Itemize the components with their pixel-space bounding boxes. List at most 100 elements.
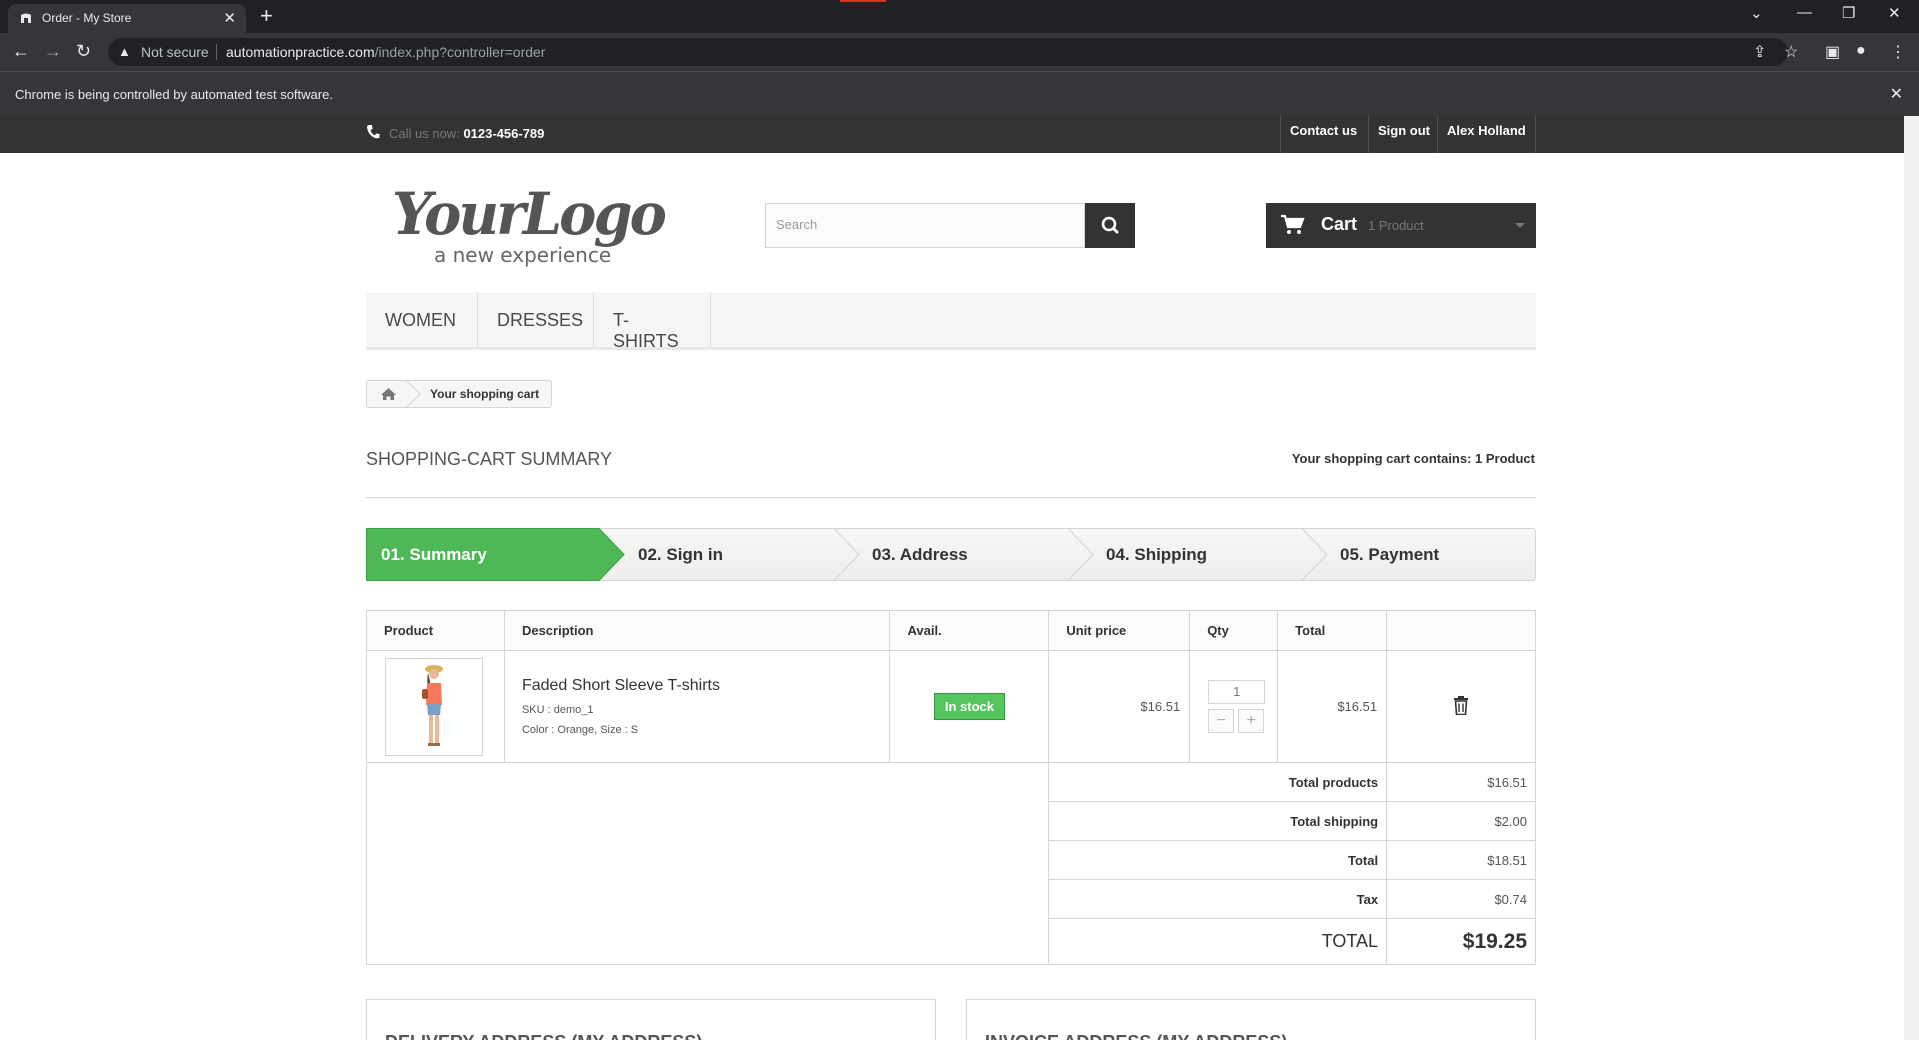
- profile-icon[interactable]: ●: [1856, 42, 1866, 60]
- minimize-icon[interactable]: —: [1797, 4, 1812, 21]
- step-payment[interactable]: 05. Payment: [1340, 545, 1439, 565]
- page-scrollbar[interactable]: [1904, 116, 1919, 1040]
- product-name-link[interactable]: Faded Short Sleeve T-shirts: [522, 677, 890, 695]
- heading-divider: [366, 497, 1536, 498]
- quantity-cell: 1 − +: [1189, 650, 1279, 763]
- total-shipping-label: Total shipping: [1048, 801, 1388, 841]
- total-products-label: Total products: [1048, 762, 1388, 802]
- call-us-label: Call us now:: [389, 126, 460, 141]
- browser-tab-bar: Order - My Store ✕ + ⌄ — ❐ ✕: [0, 0, 1919, 33]
- col-header-total: Total: [1277, 610, 1388, 651]
- grand-total-value: $19.25: [1386, 918, 1536, 965]
- delivery-address-title: Delivery address (My address): [385, 1032, 702, 1040]
- chevron-down-icon: [1515, 223, 1525, 228]
- phone-number: 0123-456-789: [463, 126, 545, 141]
- delivery-address-box: Delivery address (My address): [366, 999, 936, 1040]
- product-sku: SKU : demo_1: [521, 704, 594, 716]
- menu-item-women[interactable]: WOMEN: [366, 292, 478, 348]
- restore-icon[interactable]: ❐: [1842, 4, 1855, 22]
- forward-icon[interactable]: →: [44, 41, 62, 62]
- delete-cell: [1386, 650, 1536, 763]
- col-header-product: Product: [366, 610, 505, 651]
- breadcrumb: Your shopping cart: [366, 380, 552, 408]
- tab-close-icon[interactable]: ✕: [223, 9, 236, 27]
- product-thumbnail[interactable]: [385, 657, 483, 756]
- cart-icon: [1281, 214, 1305, 234]
- col-header-qty: Qty: [1189, 610, 1279, 651]
- store-logo[interactable]: YourLogo a new experience: [388, 172, 673, 272]
- side-panel-icon[interactable]: ▣: [1825, 42, 1840, 62]
- account-link[interactable]: Alex Holland: [1437, 116, 1536, 153]
- url-text[interactable]: automationpractice.com/index.php?control…: [226, 44, 545, 60]
- top-header-strip: Call us now: 0123-456-789 Contact us Sig…: [0, 116, 1904, 153]
- quantity-stepper: − +: [1208, 709, 1277, 733]
- product-attributes-link[interactable]: Color : Orange, Size : S: [522, 724, 890, 736]
- search-icon: [1101, 216, 1119, 234]
- total-shipping-value: $2.00: [1386, 801, 1536, 841]
- back-icon[interactable]: ←: [12, 41, 30, 62]
- in-stock-badge: In stock: [933, 693, 1005, 720]
- step-summary[interactable]: 01. Summary: [381, 545, 487, 565]
- call-us-text: Call us now: 0123-456-789: [389, 126, 544, 141]
- total-label: Total: [1048, 840, 1388, 880]
- sign-out-link[interactable]: Sign out: [1368, 116, 1439, 153]
- table-header-row: Product Description Avail. Unit price Qt…: [366, 610, 1536, 651]
- main-menu: WOMEN DRESSES T-SHIRTS: [366, 292, 1536, 351]
- tab-title: Order - My Store: [42, 11, 132, 25]
- store-favicon-icon: [21, 13, 31, 23]
- search-input[interactable]: Search: [765, 203, 1085, 248]
- cart-label: Cart: [1321, 214, 1358, 234]
- security-label[interactable]: Not secure: [141, 44, 209, 60]
- home-icon[interactable]: [367, 381, 410, 407]
- totals-spacer: [365, 762, 1050, 965]
- warning-icon[interactable]: ▲: [118, 44, 131, 59]
- breadcrumb-current: Your shopping cart: [430, 387, 540, 401]
- checkout-steps: 01. Summary 02. Sign in 03. Address 04. …: [366, 528, 1536, 581]
- col-header-availability: Avail.: [889, 610, 1050, 651]
- cart-summary-button[interactable]: Cart 1 Product: [1266, 203, 1536, 248]
- cart-count: 1 Product: [1368, 218, 1424, 233]
- product-image: [422, 664, 443, 746]
- cart-table: Product Description Avail. Unit price Qt…: [365, 610, 1536, 965]
- new-tab-icon[interactable]: +: [260, 3, 273, 29]
- quantity-increase-button[interactable]: +: [1238, 709, 1265, 733]
- reload-icon[interactable]: ↻: [76, 41, 91, 62]
- menu-item-dresses[interactable]: DRESSES: [478, 292, 594, 348]
- step-sign-in[interactable]: 02. Sign in: [638, 545, 723, 565]
- menu-item-tshirts[interactable]: T-SHIRTS: [594, 292, 711, 351]
- infobar-message: Chrome is being controlled by automated …: [15, 87, 333, 102]
- total-value: $18.51: [1386, 840, 1536, 880]
- contact-us-link[interactable]: Contact us: [1280, 116, 1366, 153]
- product-image-cell: [366, 650, 505, 763]
- window-close-icon[interactable]: ✕: [1888, 4, 1901, 22]
- step-address[interactable]: 03. Address: [872, 545, 968, 565]
- menu-kebab-icon[interactable]: ⋮: [1890, 42, 1906, 62]
- line-total-cell: $16.51: [1277, 650, 1388, 763]
- availability-cell: In stock: [889, 650, 1050, 763]
- url-path: /index.php?controller=order: [374, 44, 546, 60]
- product-description-cell: Faded Short Sleeve T-shirts SKU : demo_1…: [503, 650, 891, 763]
- table-row: Faded Short Sleeve T-shirts SKU : demo_1…: [366, 650, 1536, 763]
- logo-sub-text: a new experience: [434, 243, 611, 267]
- unit-price-cell: $16.51: [1048, 650, 1191, 763]
- breadcrumb-separator: [407, 381, 421, 407]
- bookmark-star-icon[interactable]: ☆: [1784, 42, 1798, 62]
- recording-indicator: [840, 0, 886, 2]
- trash-icon[interactable]: [1453, 695, 1469, 715]
- total-products-value: $16.51: [1386, 762, 1536, 802]
- search-button[interactable]: [1085, 203, 1135, 248]
- grand-total-label: TOTAL: [1048, 918, 1388, 965]
- share-icon[interactable]: ⇪: [1753, 42, 1766, 62]
- browser-tab[interactable]: Order - My Store ✕: [8, 4, 246, 33]
- infobar-close-icon[interactable]: ✕: [1890, 84, 1903, 104]
- page-viewport: Call us now: 0123-456-789 Contact us Sig…: [0, 116, 1919, 1040]
- phone-icon: [367, 125, 380, 139]
- quantity-input[interactable]: 1: [1208, 680, 1266, 704]
- automation-infobar: Chrome is being controlled by automated …: [0, 71, 1919, 116]
- address-bar[interactable]: ▲ Not secure automationpractice.com/inde…: [108, 38, 1788, 66]
- url-host: automationpractice.com: [226, 44, 375, 60]
- step-shipping[interactable]: 04. Shipping: [1106, 545, 1207, 565]
- tab-search-icon[interactable]: ⌄: [1750, 4, 1763, 22]
- quantity-decrease-button[interactable]: −: [1208, 709, 1235, 733]
- omnibox-separator: [216, 44, 217, 60]
